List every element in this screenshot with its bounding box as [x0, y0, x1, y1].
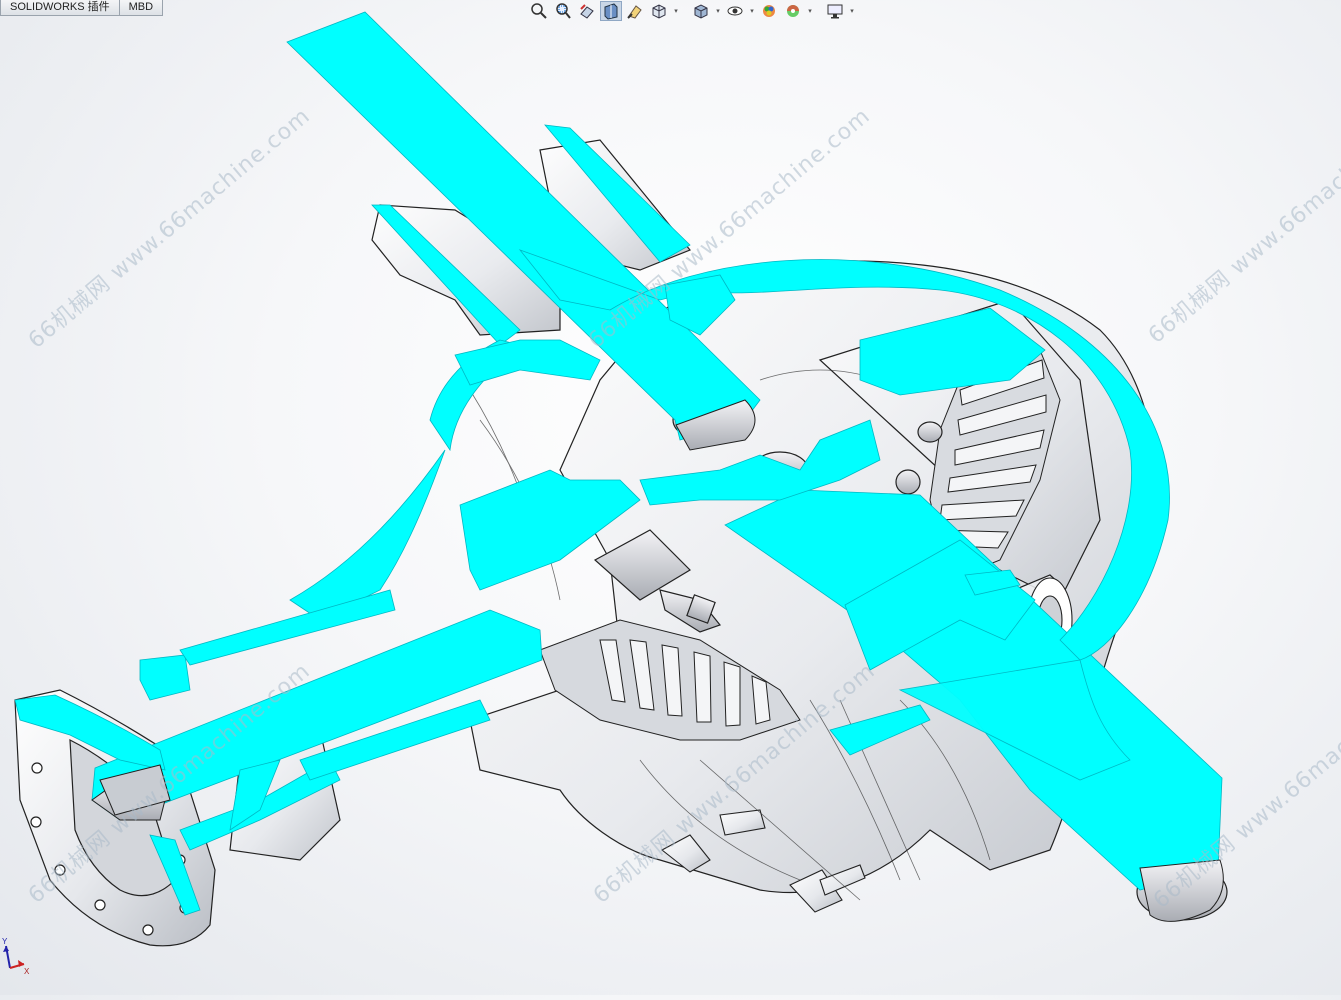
edit-appearance-icon[interactable]	[758, 1, 780, 21]
model-section-view[interactable]	[0, 0, 1341, 995]
display-style-icon[interactable]	[690, 1, 712, 21]
command-manager-tabs: SOLIDWORKS 插件 MBD	[0, 0, 164, 16]
triad-y-label: Y	[2, 938, 8, 946]
apply-scene-dropdown-icon[interactable]: ▾	[806, 1, 814, 21]
tab-solidworks-addins[interactable]: SOLIDWORKS 插件	[0, 0, 120, 16]
zoom-to-fit-icon[interactable]	[528, 1, 550, 21]
zoom-to-area-icon[interactable]	[552, 1, 574, 21]
reference-triad: X Y	[2, 937, 32, 978]
graphics-area[interactable]: 66机械网 www.66machine.com 66机械网 www.66mach…	[0, 0, 1341, 995]
section-view-icon[interactable]	[600, 1, 622, 21]
view-orientation-icon[interactable]	[648, 1, 670, 21]
hide-show-items-icon[interactable]	[724, 1, 746, 21]
dynamic-annotation-view-icon[interactable]	[624, 1, 646, 21]
tab-mbd[interactable]: MBD	[119, 0, 164, 16]
hide-show-dropdown-icon[interactable]: ▾	[748, 1, 756, 21]
apply-scene-icon[interactable]	[782, 1, 804, 21]
triad-x-label: X	[24, 967, 30, 976]
view-settings-icon[interactable]	[824, 1, 846, 21]
display-style-dropdown-icon[interactable]: ▾	[714, 1, 722, 21]
heads-up-view-toolbar: ▾ ▾ ▾ ▾ ▾	[528, 0, 856, 22]
view-orientation-dropdown-icon[interactable]: ▾	[672, 1, 680, 21]
view-settings-dropdown-icon[interactable]: ▾	[848, 1, 856, 21]
previous-view-icon[interactable]	[576, 1, 598, 21]
